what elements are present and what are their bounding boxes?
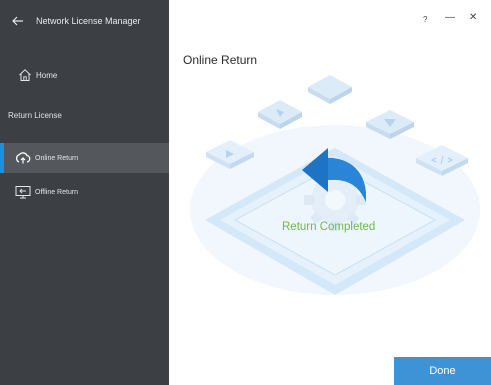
sidebar-item-offline-return-label: Offline Return [35,188,79,196]
minimize-button[interactable]: — [445,12,455,24]
return-illustration [190,75,480,295]
app-title: Network License Manager [36,16,141,26]
sidebar-section-heading: Return License [8,111,62,120]
help-button[interactable]: ? [423,14,427,26]
tile-left [258,100,302,129]
sidebar-item-offline-return[interactable]: Offline Return [0,180,169,204]
sidebar-item-home-label: Home [36,70,58,80]
sidebar-item-home[interactable]: Home [0,64,169,86]
back-button[interactable] [10,13,26,29]
back-arrow-icon [12,16,23,26]
tile-top [308,75,352,104]
page-title: Online Return [183,53,258,67]
sidebar-item-online-return-label: Online Return [35,154,79,162]
done-button[interactable]: Done [394,357,491,385]
sidebar-header: Network License Manager [0,0,169,44]
cloud-return-icon [15,151,31,165]
status-message: Return Completed [282,221,376,233]
sidebar: Network License Manager Home Return Lice… [0,0,169,385]
computer-return-icon [15,185,31,199]
sidebar-item-online-return[interactable]: Online Return [0,143,169,173]
home-icon [18,68,32,82]
close-button[interactable]: ✕ [469,12,477,24]
